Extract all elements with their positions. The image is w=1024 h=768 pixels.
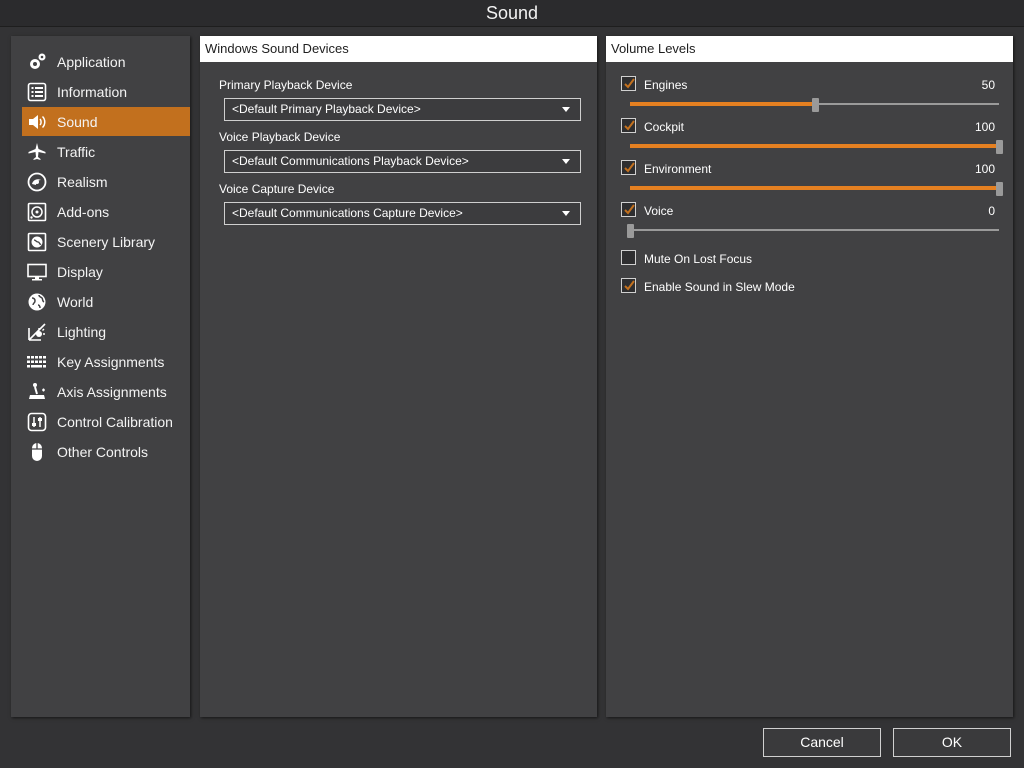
sidebar-item-scenery-library[interactable]: Scenery Library [22, 227, 190, 256]
cockpit-checkbox[interactable] [621, 118, 636, 133]
sidebar-item-label: Information [57, 83, 128, 100]
globe-icon [26, 291, 48, 313]
chevron-down-icon [562, 211, 570, 216]
sidebar-item-label: Application [57, 53, 126, 70]
sidebar: Application Information Sound Traffic Re… [11, 36, 190, 717]
sidebar-item-display[interactable]: Display [22, 257, 190, 286]
calibration-icon [26, 411, 48, 433]
enable-slew-sound-label: Enable Sound in Slew Mode [644, 280, 795, 294]
sidebar-item-key-assignments[interactable]: Key Assignments [22, 347, 190, 376]
voice-value: 0 [988, 204, 995, 218]
primary-playback-label: Primary Playback Device [219, 78, 353, 92]
environment-checkbox[interactable] [621, 160, 636, 175]
sidebar-item-label: Display [57, 263, 103, 280]
slider-thumb[interactable] [811, 98, 819, 112]
sidebar-item-label: Lighting [57, 323, 107, 340]
sidebar-item-other-controls[interactable]: Other Controls [22, 437, 190, 466]
gears-icon [26, 51, 48, 73]
checkmark-icon [624, 204, 635, 215]
slider-thumb[interactable] [627, 224, 634, 238]
sound-devices-panel: Windows Sound Devices Primary Playback D… [200, 36, 597, 717]
sidebar-item-lighting[interactable]: Lighting [22, 317, 190, 346]
sidebar-item-label: Sound [57, 113, 98, 130]
addons-icon [26, 201, 48, 223]
voice-capture-dropdown[interactable]: <Default Communications Capture Device> [224, 202, 581, 225]
lighting-icon [26, 321, 48, 343]
cockpit-slider[interactable] [630, 140, 1003, 154]
sidebar-item-label: World [57, 293, 94, 310]
engines-checkbox[interactable] [621, 76, 636, 91]
sidebar-item-world[interactable]: World [22, 287, 190, 316]
voice-capture-label: Voice Capture Device [219, 182, 335, 196]
enable-slew-sound-checkbox[interactable] [621, 278, 636, 293]
sidebar-item-label: Traffic [57, 143, 96, 160]
slider-track [630, 229, 999, 231]
voice-playback-dropdown[interactable]: <Default Communications Playback Device> [224, 150, 581, 173]
sidebar-item-label: Control Calibration [57, 413, 173, 430]
window-title: Sound [0, 0, 1024, 27]
voice-slider[interactable] [627, 224, 999, 238]
slider-fill [630, 186, 999, 190]
mute-on-lost-focus-label: Mute On Lost Focus [644, 252, 753, 266]
volume-levels-panel: Volume Levels Engines 50 Cockpit 100 Env… [606, 36, 1013, 717]
engines-slider[interactable] [630, 98, 999, 112]
keyboard-icon [26, 351, 48, 373]
slider-thumb[interactable] [996, 182, 1003, 196]
sidebar-item-label: Other Controls [57, 443, 149, 460]
checkmark-icon [624, 280, 635, 291]
engines-label: Engines [644, 78, 688, 92]
checkmark-icon [624, 120, 635, 131]
engines-value: 50 [981, 78, 995, 92]
chevron-down-icon [562, 107, 570, 112]
slider-fill [630, 144, 999, 148]
sidebar-item-label: Key Assignments [57, 353, 165, 370]
sidebar-item-realism[interactable]: Realism [22, 167, 190, 196]
cockpit-label: Cockpit [644, 120, 685, 134]
checkmark-icon [624, 162, 635, 173]
sound-devices-header: Windows Sound Devices [200, 36, 597, 62]
primary-playback-dropdown[interactable]: <Default Primary Playback Device> [224, 98, 581, 121]
voice-capture-value: <Default Communications Capture Device> [232, 206, 463, 220]
sidebar-item-addons[interactable]: Add-ons [22, 197, 190, 226]
mute-on-lost-focus-checkbox[interactable] [621, 250, 636, 265]
primary-playback-value: <Default Primary Playback Device> [232, 102, 421, 116]
monitor-icon [26, 261, 48, 283]
sidebar-item-application[interactable]: Application [22, 47, 190, 76]
voice-checkbox[interactable] [621, 202, 636, 217]
sidebar-item-label: Axis Assignments [57, 383, 167, 400]
sidebar-item-label: Scenery Library [57, 233, 156, 250]
voice-playback-value: <Default Communications Playback Device> [232, 154, 469, 168]
environment-value: 100 [974, 162, 995, 176]
sidebar-item-axis-assignments[interactable]: Axis Assignments [22, 377, 190, 406]
slider-thumb[interactable] [996, 140, 1003, 154]
cockpit-value: 100 [974, 120, 995, 134]
cancel-button[interactable]: Cancel [763, 728, 881, 757]
volume-levels-header: Volume Levels [606, 36, 1013, 62]
chevron-down-icon [562, 159, 570, 164]
environment-slider[interactable] [630, 182, 1003, 196]
mouse-icon [26, 441, 48, 463]
environment-label: Environment [644, 162, 712, 176]
globe-scenery-icon [26, 231, 48, 253]
sidebar-item-control-calibration[interactable]: Control Calibration [22, 407, 190, 436]
slider-fill [630, 102, 815, 106]
list-icon [26, 81, 48, 103]
voice-label: Voice [644, 204, 674, 218]
airplane-icon [26, 141, 48, 163]
sidebar-item-label: Add-ons [57, 203, 110, 220]
sidebar-item-traffic[interactable]: Traffic [22, 137, 190, 166]
joystick-icon [26, 381, 48, 403]
sidebar-item-information[interactable]: Information [22, 77, 190, 106]
realism-icon [26, 171, 48, 193]
voice-playback-label: Voice Playback Device [219, 130, 341, 144]
speaker-icon [26, 111, 48, 133]
ok-button[interactable]: OK [893, 728, 1011, 757]
sidebar-item-sound[interactable]: Sound [22, 107, 190, 136]
checkmark-icon [624, 78, 635, 89]
sidebar-item-label: Realism [57, 173, 108, 190]
